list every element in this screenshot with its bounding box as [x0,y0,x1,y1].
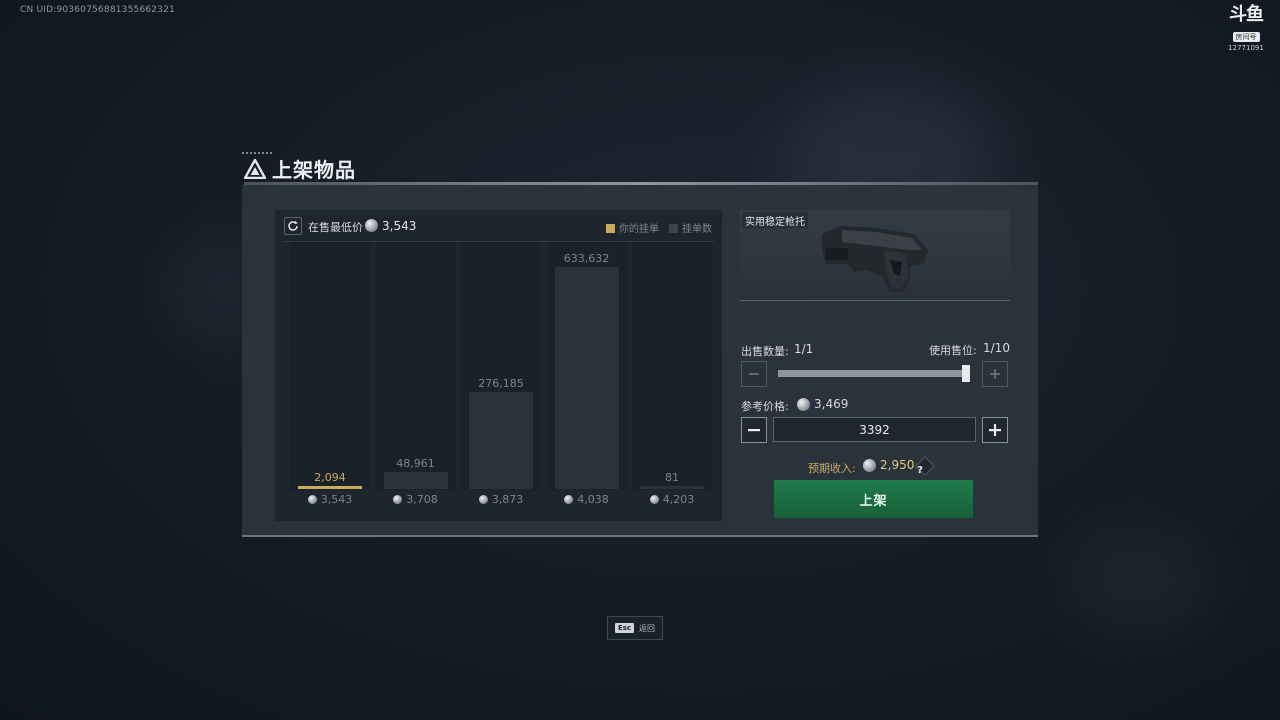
back-button[interactable]: Esc 返回 [607,616,663,640]
refresh-button[interactable] [284,217,302,235]
coin-icon [393,495,403,504]
coin-icon [863,459,876,472]
chart-column-bg [290,242,370,490]
quantity-value: 1/1 [794,342,814,356]
rifle-stock-image [822,226,928,292]
chart-price-tick-label: 3,543 [320,493,353,506]
chart-price-tick: 3,543 [290,493,370,506]
reference-price-label: 参考价格: [741,400,789,413]
item-preview-underline [740,300,1010,301]
coin-icon [649,495,659,504]
price-input[interactable] [773,417,976,442]
legend-item-mine: 你的挂单 [606,220,659,235]
quantity-increase-button[interactable] [982,361,1008,387]
chart-bar[interactable] [640,486,704,489]
legend-swatch-listings [669,224,678,233]
slider-handle[interactable] [962,365,970,382]
legend-label-listings: 挂单数 [682,224,712,235]
lowest-price-label: 在售最低价 [308,221,363,234]
esc-key-hint: Esc [614,623,635,633]
chart-bar-value-label: 633,632 [563,252,610,265]
player-uid-text: CN UID:9036075688135566232​1 [20,5,176,15]
price-decrease-button[interactable] [741,417,767,443]
chart-bar-value-label: 276,185 [478,377,524,390]
chart-price-tick: 3,708 [376,493,456,506]
chart-bar[interactable] [469,392,533,489]
plus-icon [990,369,1000,379]
chart-bar[interactable] [298,486,362,489]
coin-icon [365,219,378,232]
quantity-label: 出售数量: [741,345,789,358]
legend-item-listings: 挂单数 [669,220,712,235]
quantity-slider[interactable] [778,365,970,382]
chart-column-bg [375,242,456,490]
quantity-decrease-button[interactable] [741,361,767,387]
chart-price-tick-label: 4,038 [577,493,609,506]
coin-icon [564,495,574,504]
expected-income-value: 2,950 [880,458,915,472]
chart-bar-value-label: 48,961 [396,457,435,470]
watermark-room-id: 12771091 [1228,44,1264,52]
legend-swatch-mine [606,224,615,233]
dialog-title: 上架物品 [272,158,356,182]
plus-icon [989,424,1001,436]
delta-triangle-icon [244,158,266,179]
chart-header: 在售最低价 3,543 你的挂单 挂单数 [275,210,722,242]
coin-icon [478,495,488,504]
chart-price-tick: 4,203 [632,493,712,506]
reference-price-value: 3,469 [814,397,849,411]
back-label: 返回 [639,623,656,633]
chart-price-tick: 4,038 [547,493,627,506]
chart-price-tick: 3,873 [461,493,541,506]
minus-icon [749,373,759,375]
item-preview: 实用稳定枪托 [740,210,1010,301]
chart-price-tick-label: 3,708 [406,493,438,506]
slots-label: 使用售位: [929,344,977,357]
coin-icon [797,398,810,411]
slider-fill [778,370,970,377]
chart-legend: 你的挂单 挂单数 [606,220,712,235]
background-glow [1060,520,1220,640]
chart-price-tick-label: 3,873 [491,493,524,506]
expected-income-label: 预期收入: [808,462,856,475]
legend-label-mine: 你的挂单 [619,224,659,235]
chart-price-tick-label: 4,203 [662,493,695,506]
price-increase-button[interactable] [982,417,1008,443]
chart-column-bg [632,242,712,490]
watermark-room-label: 房间号 [1232,32,1260,42]
chart-bar-value-label: 2,094 [314,471,346,484]
chart-bar[interactable] [383,472,448,489]
coin-icon [307,495,317,504]
lowest-price-value: 3,543 [382,219,417,233]
watermark-logo: 斗鱼 [1229,4,1264,25]
item-name: 实用稳定枪托 [742,212,808,229]
slots-value: 1/10 [983,341,1010,355]
chart-bar-value-label: 81 [665,471,679,484]
list-item-button[interactable]: 上架 [774,480,973,518]
stream-watermark: 斗鱼 房间号 12771091 [1226,4,1266,53]
minus-icon [748,429,760,432]
refresh-icon [288,221,298,231]
dialog-title-row: 上架物品 [244,154,356,183]
chart-bar[interactable] [554,267,619,489]
help-symbol: ? [917,464,923,476]
price-distribution-chart: 在售最低价 3,543 你的挂单 挂单数 2,094 3,543 48,961 3,7… [275,210,722,521]
